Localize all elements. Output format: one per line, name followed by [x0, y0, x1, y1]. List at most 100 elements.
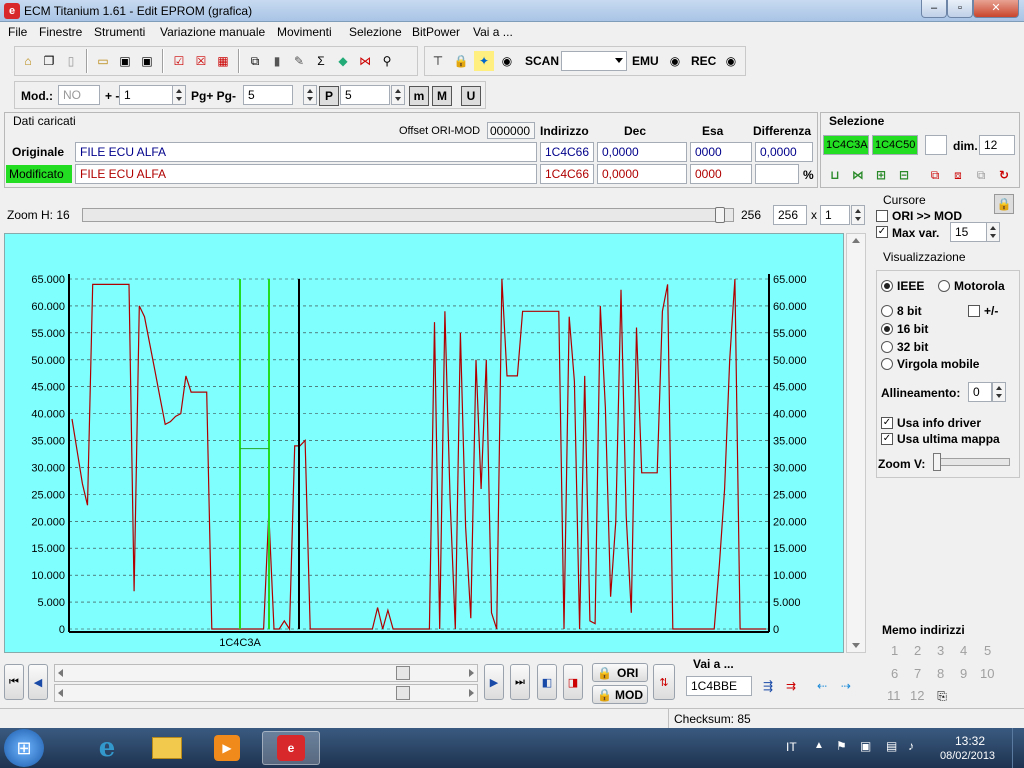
plusminus-checkbox[interactable]	[968, 305, 980, 317]
chart-area[interactable]: 0 0 5.000 5.000 10.000 10.000 15.000 15.000 20.0…	[4, 233, 844, 653]
modificato-esa[interactable]: 0000	[690, 164, 752, 184]
terminal-icon[interactable]: ⊤	[428, 51, 448, 71]
m-big-icon[interactable]: M	[432, 86, 452, 106]
select-mid-icon[interactable]: ⋈	[848, 165, 868, 185]
allineamento-spinner[interactable]	[992, 382, 1006, 402]
memo-save-icon[interactable]: ⎘	[932, 686, 952, 706]
step-field[interactable]: 1	[119, 85, 173, 105]
lock-icon[interactable]: 🔒	[451, 51, 471, 71]
tray-flag-icon[interactable]: ⚑	[836, 739, 847, 753]
selezione-extra[interactable]	[925, 135, 947, 155]
graph-icon[interactable]: ⋈	[355, 51, 375, 71]
memo-item-5[interactable]: 5	[984, 643, 991, 658]
chart-vscroll[interactable]	[846, 233, 866, 653]
originale-dec[interactable]: 0,0000	[597, 142, 687, 162]
memo-item-7[interactable]: 7	[914, 666, 921, 681]
maximize-button[interactable]: ▫	[947, 0, 973, 18]
copy-icon[interactable]: ❐	[39, 51, 59, 71]
ie-icon[interactable]: e	[80, 731, 134, 765]
originale-file[interactable]: FILE ECU ALFA	[75, 142, 537, 162]
zoom-v-thumb[interactable]	[933, 453, 941, 471]
tray-network-icon[interactable]: ▤	[886, 739, 897, 753]
checklist-mod-icon[interactable]: ☒	[191, 51, 211, 71]
line-chart[interactable]: 0 0 5.000 5.000 10.000 10.000 15.000 15.000 20.0…	[5, 234, 845, 654]
modificato-dec[interactable]: 0,0000	[597, 164, 687, 184]
scroll-right-icon[interactable]	[469, 689, 474, 697]
originale-esa[interactable]: 0000	[690, 142, 752, 162]
hscroll-mod-thumb[interactable]	[395, 686, 410, 700]
sum-icon[interactable]: Σ	[311, 51, 331, 71]
tray-expand-icon[interactable]: ▲	[814, 740, 824, 751]
calendar-icon[interactable]: ▦	[213, 51, 233, 71]
vai-a-field[interactable]: 1C4BBE	[686, 676, 752, 696]
originale-addr[interactable]: 1C4C66	[540, 142, 594, 162]
selezione-from[interactable]: 1C4C3A	[823, 135, 869, 155]
copy-selection-icon[interactable]: ⧉	[925, 165, 945, 185]
zoom-h-thumb[interactable]	[714, 207, 725, 223]
scroll-right-icon[interactable]	[469, 669, 474, 677]
zoom-mult-field[interactable]: 1	[820, 205, 850, 225]
tray-volume-icon[interactable]: ♪	[908, 739, 914, 753]
u-icon[interactable]: U	[461, 86, 481, 106]
ori-mod-checkbox[interactable]	[876, 210, 888, 222]
record-dot-icon[interactable]: ◉	[497, 51, 517, 71]
selezione-to[interactable]: 1C4C50	[872, 135, 918, 155]
paste-selection-icon[interactable]: ⧈	[948, 165, 968, 185]
checklist-icon[interactable]: ☑	[169, 51, 189, 71]
nav-sel-prev-button[interactable]: ◧	[537, 664, 557, 700]
hscroll-ori-thumb[interactable]	[395, 666, 410, 680]
p-spinner[interactable]	[391, 85, 405, 105]
ultima-mappa-checkbox[interactable]: ✓	[881, 433, 893, 445]
m-small-icon[interactable]: m	[409, 86, 429, 106]
32bit-radio[interactable]	[881, 341, 893, 353]
mod-field[interactable]: NO	[58, 85, 100, 105]
hscroll-ori[interactable]	[54, 664, 478, 682]
memo-item-1[interactable]: 1	[891, 643, 898, 658]
explorer-icon[interactable]	[140, 731, 194, 765]
scroll-up-icon[interactable]	[852, 238, 860, 243]
padlock-icon[interactable]: 🔒	[994, 194, 1014, 214]
menu-strumenti[interactable]: Strumenti	[94, 25, 145, 39]
menu-vai-a[interactable]: Vai a ...	[473, 25, 513, 39]
zoom-v-track[interactable]	[933, 453, 1010, 471]
menu-movimenti[interactable]: Movimenti	[277, 25, 332, 39]
step-spinner[interactable]	[172, 85, 186, 105]
emu-dot-icon[interactable]: ◉	[665, 51, 685, 71]
minimize-button[interactable]: –	[921, 0, 947, 18]
zoom-h-track[interactable]	[82, 207, 734, 223]
reset-icon[interactable]: ↻	[994, 165, 1014, 185]
16bit-radio[interactable]	[881, 323, 893, 335]
info-driver-checkbox[interactable]: ✓	[881, 417, 893, 429]
dim-field[interactable]: 12	[979, 135, 1015, 155]
show-desktop-button[interactable]	[1012, 728, 1024, 768]
memo-item-9[interactable]: 9	[960, 666, 967, 681]
edit-icon[interactable]: ✎	[289, 51, 309, 71]
nav-prev-button[interactable]: ◀	[28, 664, 48, 700]
menu-file[interactable]: File	[8, 25, 27, 39]
menu-selezione[interactable]: Selezione	[349, 25, 402, 39]
memo-item-11[interactable]: 11	[887, 688, 901, 703]
virgola-mobile-radio[interactable]	[881, 358, 893, 370]
binoculars-icon[interactable]: ⚲	[377, 51, 397, 71]
scroll-left-icon[interactable]	[58, 669, 63, 677]
media-player-icon[interactable]: ▶	[200, 731, 254, 765]
home-icon[interactable]: ⌂	[18, 51, 38, 71]
goto-next-icon[interactable]: ⇉	[781, 676, 801, 696]
close-button[interactable]: ✕	[973, 0, 1019, 18]
nav-next-button[interactable]: ▶	[484, 664, 504, 700]
pg-spinner[interactable]	[303, 85, 317, 105]
ecm-taskbar-icon[interactable]: e	[262, 731, 320, 765]
clock-date[interactable]: 08/02/2013	[940, 750, 995, 762]
memo-item-2[interactable]: 2	[914, 643, 921, 658]
scroll-left-icon[interactable]	[58, 689, 63, 697]
memo-item-6[interactable]: 6	[891, 666, 898, 681]
save-as-icon[interactable]: ▣	[137, 51, 157, 71]
select-end-icon[interactable]: ⊟	[894, 165, 914, 185]
menu-bitpower[interactable]: BitPower	[412, 25, 460, 39]
p-icon[interactable]: P	[319, 86, 339, 106]
maxvar-spinner[interactable]	[986, 222, 1000, 242]
p-field[interactable]: 5	[340, 85, 390, 105]
scroll-down-icon[interactable]	[852, 643, 860, 648]
shapes-icon[interactable]: ◆	[333, 51, 353, 71]
modificato-addr[interactable]: 1C4C66	[540, 164, 594, 184]
